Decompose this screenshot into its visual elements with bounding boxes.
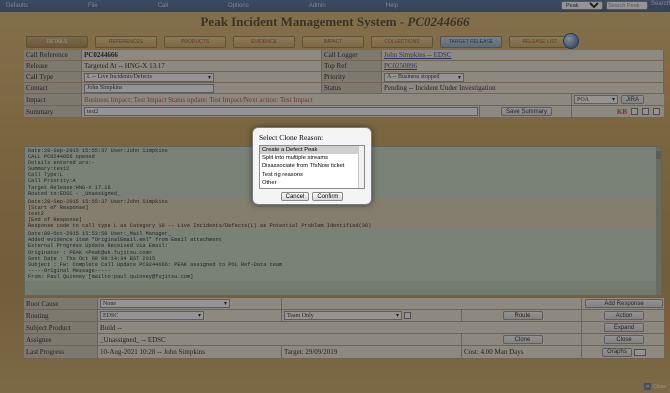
reason-option[interactable]: Test rig reasons <box>260 171 364 179</box>
call-type-label: Call Type <box>24 72 82 82</box>
search-button[interactable]: Search <box>651 1 670 10</box>
tab-details[interactable]: DETAILS <box>26 36 88 48</box>
tab-evidence[interactable]: EVIDENCE <box>233 36 295 48</box>
top-ref-link[interactable]: PC0250896 <box>384 62 417 70</box>
last-progress-value: 10-Aug-2021 10:28 -- John Simpkins <box>98 346 282 358</box>
close-call-button[interactable]: Close <box>604 335 644 344</box>
call-reference-label: Call Reference <box>24 50 82 60</box>
print-icon[interactable] <box>642 108 649 115</box>
chevron-down-icon: ▾ <box>395 313 399 319</box>
tab-release-list[interactable]: RELEASE LIST <box>509 36 571 48</box>
menu-bar: Defaults File Call Options Admin Help Pe… <box>0 0 670 12</box>
route-button[interactable]: Route <box>502 311 543 320</box>
log-scrollbar[interactable] <box>656 147 661 295</box>
team-lookup-icon[interactable] <box>404 312 411 319</box>
add-response-button[interactable]: Add Response <box>585 299 663 308</box>
chevron-down-icon: ▾ <box>611 97 615 103</box>
call-logger-label: Call Logger <box>322 50 382 60</box>
routing-label: Routing <box>24 310 98 321</box>
call-logger-link[interactable]: John Simpkins -- EDSC <box>384 51 451 59</box>
status-value: Pending -- Incident Under Investigation <box>382 83 664 93</box>
clone-reason-listbox[interactable]: Create a Defect Peak Split into multiple… <box>259 145 365 189</box>
impact-select[interactable]: POA ▾ <box>574 95 618 104</box>
priority-label: Priority <box>322 72 382 82</box>
search-input[interactable] <box>605 1 648 10</box>
chevron-down-icon: ▾ <box>223 301 227 307</box>
expand-button[interactable]: Expand <box>604 323 644 332</box>
listbox-scrollbar[interactable] <box>358 146 364 188</box>
reason-option[interactable]: Split into multiple streams <box>260 154 364 162</box>
chevron-down-icon: ▾ <box>197 313 201 319</box>
cost-value: Cost: 4.00 Man Days <box>462 346 582 358</box>
call-reference-value: PC0244666 <box>82 50 322 60</box>
target-date: Target: 29/09/2019 <box>282 346 462 358</box>
routing-form: Root Cause None ▾ Add Response Routing ED… <box>24 298 664 359</box>
jira-button[interactable]: JIRA <box>621 95 645 104</box>
chevron-down-icon: ▾ <box>207 74 211 81</box>
close-icon: ✕ <box>644 383 652 390</box>
clone-reason-dialog: Select Clone Reason: Create a Defect Pea… <box>252 127 372 205</box>
team-select[interactable]: Team Only ▾ <box>284 311 402 320</box>
kb-label: KB <box>616 107 627 116</box>
top-ref-label: Top Ref <box>322 61 382 71</box>
menu-admin[interactable]: Admin <box>303 3 326 9</box>
tab-collections[interactable]: COLLECTIONS <box>371 36 433 48</box>
cancel-button[interactable]: Cancel <box>280 192 310 201</box>
summary-input[interactable]: test2 <box>84 107 478 116</box>
assignee-value: _Unassigned_ -- EDSC <box>98 334 462 345</box>
globe-icon[interactable] <box>563 33 579 49</box>
menu-defaults[interactable]: Defaults <box>0 3 28 9</box>
call-id-title: PC0244666 <box>407 14 470 29</box>
log-line: From: Paul Quinney [mailto:paul.quinney@… <box>28 273 194 280</box>
root-cause-select[interactable]: None ▾ <box>100 299 230 308</box>
clone-button[interactable]: Clone <box>502 335 543 344</box>
tab-references[interactable]: REFERENCES <box>95 36 157 48</box>
tab-impact[interactable]: IMPACT <box>302 36 364 48</box>
tab-target-release[interactable]: TARGET RELEASE <box>440 36 502 48</box>
graphs-button[interactable]: Graphs <box>602 347 632 357</box>
log-line: Response code to call type L as Category… <box>28 223 372 230</box>
dialog-title: Select Clone Reason: <box>259 133 324 142</box>
graph-options-icon[interactable] <box>633 348 646 356</box>
app-title: Peak Incident Management System - PC0244… <box>200 14 470 29</box>
subject-product-label: Subject Product <box>24 322 98 333</box>
contact-label: Contact <box>24 83 82 93</box>
call-details-form: Call Reference PC0244666 Call Logger Joh… <box>24 50 664 118</box>
log-entry: Date:08-Oct-2015 15:53:50 User:_Mail Man… <box>25 230 661 281</box>
menu-call[interactable]: Call <box>152 3 168 9</box>
routing-select[interactable]: EDSC ▾ <box>100 311 204 320</box>
last-progress-label: Last Progress <box>24 346 98 358</box>
impact-value[interactable]: Business Impact: Test Impact Status upda… <box>82 94 572 105</box>
tab-bar: DETAILS REFERENCES PRODUCTS EVIDENCE IMP… <box>26 36 571 48</box>
root-cause-label: Root Cause <box>24 298 98 309</box>
search-scope-select[interactable]: Peak <box>560 1 603 10</box>
status-label: Status <box>322 83 382 93</box>
search-area: Peak Search <box>560 1 670 10</box>
contact-input[interactable]: John Simpkins <box>84 83 214 93</box>
release-label: Release <box>24 61 82 71</box>
menu-options[interactable]: Options <box>222 3 249 9</box>
reason-option[interactable]: Disassociate from TfsNow ticket <box>260 162 364 170</box>
impact-label: Impact <box>24 94 82 105</box>
assignee-label: Assignee <box>24 334 98 345</box>
reason-option[interactable]: Other <box>260 179 364 187</box>
call-type-select[interactable]: L -- Live Incidents/Defects ▾ <box>84 72 214 82</box>
priority-select[interactable]: A -- Business stopped ▾ <box>384 72 464 82</box>
menu-help[interactable]: Help <box>380 3 398 9</box>
notes-icon[interactable] <box>653 108 660 115</box>
kb-search-icon[interactable] <box>631 108 638 115</box>
save-summary-button[interactable]: Save Summary <box>500 107 552 116</box>
chevron-down-icon: ▾ <box>457 74 461 81</box>
confirm-button[interactable]: Confirm <box>312 192 344 201</box>
window-close[interactable]: ✕ Close <box>644 383 666 390</box>
tab-products[interactable]: PRODUCTS <box>164 36 226 48</box>
release-value: Targeted At -- HNG-X 13.17 <box>82 61 322 71</box>
summary-label: Summary <box>24 106 82 117</box>
menu-file[interactable]: File <box>82 3 98 9</box>
reason-option[interactable]: Create a Defect Peak <box>260 146 364 155</box>
subject-product-value: Build -- <box>98 322 582 333</box>
action-button[interactable]: Action <box>604 311 644 320</box>
